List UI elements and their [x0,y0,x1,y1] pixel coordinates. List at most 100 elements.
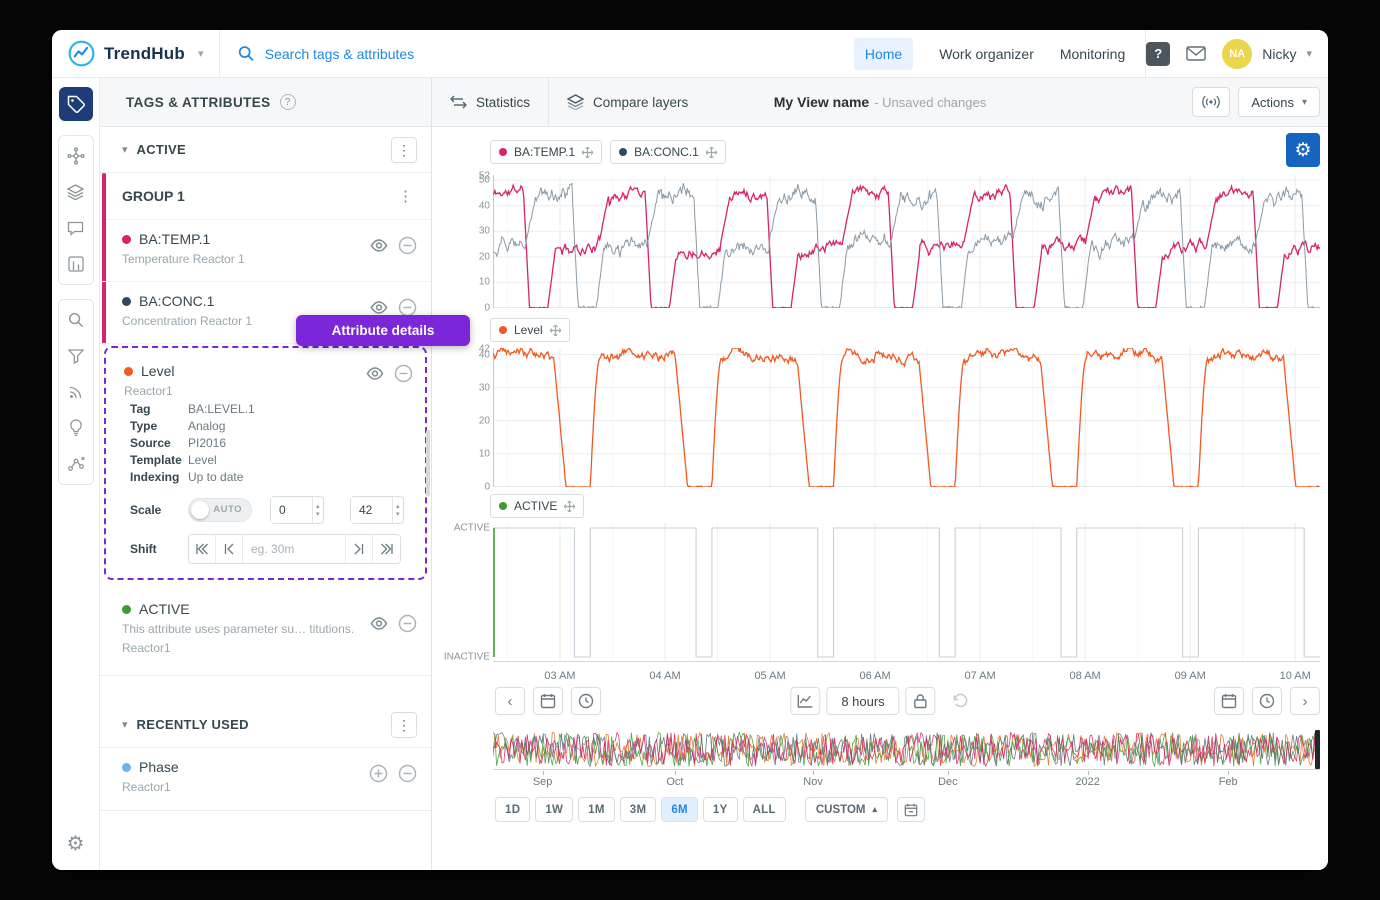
attribute-details-tooltip: Attribute details [296,315,470,346]
chart2-legend: Level [490,318,570,342]
group-menu-icon[interactable]: ⋮ [398,187,413,205]
zoom-1y[interactable]: 1Y [703,797,738,822]
trend-chart-icon [797,694,813,708]
time-start-button[interactable] [571,687,601,715]
field-label: Indexing [130,469,188,486]
add-plus-icon[interactable] [369,764,388,783]
user-menu-chevron-icon[interactable]: ▾ [1306,47,1312,60]
brand-logo[interactable]: TrendHub ▾ [52,40,203,67]
shift-far-right-icon[interactable] [373,535,400,563]
remove-minus-icon[interactable] [394,364,413,383]
visibility-eye-icon[interactable] [370,239,388,252]
plot-3[interactable] [493,523,1320,662]
nav-monitoring[interactable]: Monitoring [1060,46,1125,62]
nav-home[interactable]: Home [854,38,913,70]
rail-recommendations-button[interactable] [60,410,92,446]
help-icon[interactable]: ? [1146,42,1170,66]
zoom-all[interactable]: ALL [743,797,786,822]
month-label: Dec [938,776,958,788]
statistics-button[interactable]: Statistics [432,78,548,126]
legend-chip-level[interactable]: Level [490,318,570,342]
live-broadcast-button[interactable] [1192,87,1230,117]
attribute-color-dot [122,605,131,614]
stepper-down-icon[interactable]: ▾ [396,511,400,518]
legend-chip-ba-temp-1[interactable]: BA:TEMP.1 [490,140,602,164]
nav-work-organizer[interactable]: Work organizer [939,46,1034,62]
attribute-item-level[interactable]: Level Reactor1 [106,352,425,401]
stepper-up-icon[interactable]: ▴ [396,503,400,510]
tag-name: BA:TEMP.1 [139,231,210,247]
tag-color-dot [122,235,131,244]
visibility-eye-icon[interactable] [366,367,384,380]
visibility-eye-icon[interactable] [370,617,388,630]
zoom-6m[interactable]: 6M [661,797,698,822]
time-range-button[interactable]: 8 hours [826,687,899,715]
topbar-right: ? NA Nicky ▾ [1146,39,1328,69]
section-active-menu-icon[interactable]: ⋮ [391,137,417,163]
remove-minus-icon[interactable] [398,764,417,783]
remove-minus-icon[interactable] [398,236,417,255]
brand-chevron-icon[interactable]: ▾ [198,47,204,60]
rail-tags-button[interactable] [59,87,93,121]
compare-layers-button[interactable]: Compare layers [549,78,706,126]
calendar-start-button[interactable] [533,687,563,715]
attribute-item-active[interactable]: ACTIVE This attribute uses parameter su…… [100,590,431,676]
stepper-down-icon[interactable]: ▾ [316,511,320,518]
lock-range-button[interactable] [906,687,936,715]
time-end-button[interactable] [1252,687,1282,715]
scale-auto-toggle[interactable]: AUTO [188,498,252,522]
scale-min-field: ▴ ▾ [270,496,324,524]
scale-min-input[interactable] [271,497,312,523]
chevron-down-icon[interactable]: ▾ [122,143,128,156]
pan-left-button[interactable]: ‹ [495,687,525,715]
move-icon [706,147,717,158]
zoom-1d[interactable]: 1D [495,797,530,822]
section-recent-menu-icon[interactable]: ⋮ [391,712,417,738]
pan-right-button[interactable]: › [1290,687,1320,715]
shift-left-icon[interactable] [216,535,243,563]
calendar-end-button[interactable] [1214,687,1244,715]
attribute-name: Level [141,363,174,379]
overview-drag-handle[interactable] [1315,730,1320,769]
sidebar-scrollbar-thumb[interactable] [426,430,430,496]
context-overview-strip[interactable] [493,730,1320,770]
shift-right-icon[interactable] [346,535,373,563]
main-area: Statistics Compare layers My View name- … [432,78,1328,870]
rail-settings-button[interactable]: ⚙ [67,834,85,854]
custom-range-calendar-button[interactable] [897,797,925,822]
remove-minus-icon[interactable] [398,614,417,633]
zoom-1m[interactable]: 1M [578,797,615,822]
shift-input[interactable] [243,535,346,563]
plot-1[interactable] [493,175,1320,308]
plot-2[interactable] [493,348,1320,487]
stepper-up-icon[interactable]: ▴ [316,503,320,510]
stepper: ▴ ▾ [312,497,323,523]
rail-dashboards-button[interactable] [60,246,92,282]
mail-icon[interactable] [1186,46,1206,61]
panel-help-icon[interactable]: ? [280,94,296,110]
legend-chip-active[interactable]: ACTIVE [490,494,584,518]
scale-max-input[interactable] [351,497,392,523]
recent-item-phase[interactable]: Phase Reactor1 [100,748,431,811]
actions-button[interactable]: Actions ▾ [1238,87,1320,117]
chevron-down-icon[interactable]: ▾ [122,718,128,731]
rail-monitors-button[interactable] [60,374,92,410]
rail-hierarchy-button[interactable] [60,138,92,174]
time-axis-label: 07 AM [965,670,996,682]
rail-filter-button[interactable] [60,338,92,374]
visibility-eye-icon[interactable] [370,301,388,314]
shift-far-left-icon[interactable] [189,535,216,563]
chart-settings-gear-button[interactable]: ⚙ [1286,133,1320,167]
legend-chip-ba-conc-1[interactable]: BA:CONC.1 [610,140,726,164]
zoom-3m[interactable]: 3M [620,797,657,822]
search-input[interactable] [265,46,854,62]
zoom-custom-button[interactable]: CUSTOM ▴ [805,797,888,822]
tag-item-ba-temp-1[interactable]: BA:TEMP.1 Temperature Reactor 1 [100,220,431,282]
rail-comments-button[interactable] [60,210,92,246]
rail-search-button[interactable] [60,302,92,338]
rail-layers-button[interactable] [60,174,92,210]
rail-ml-button[interactable] [60,446,92,482]
zoom-1w[interactable]: 1W [535,797,573,822]
avatar[interactable]: NA [1222,39,1252,69]
trend-view-button[interactable] [790,687,820,715]
